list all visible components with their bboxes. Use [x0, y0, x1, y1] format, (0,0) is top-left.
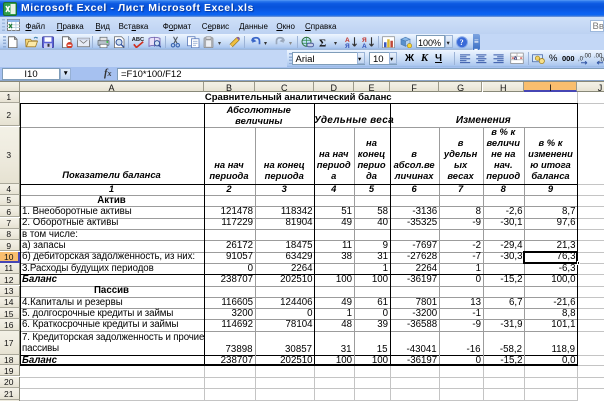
svg-text:А: А: [362, 42, 367, 48]
svg-text:.00: .00: [583, 54, 591, 60]
svg-text:?: ?: [459, 38, 463, 47]
svg-text:Σ: Σ: [319, 37, 326, 48]
svg-text:Я: Я: [345, 42, 350, 48]
